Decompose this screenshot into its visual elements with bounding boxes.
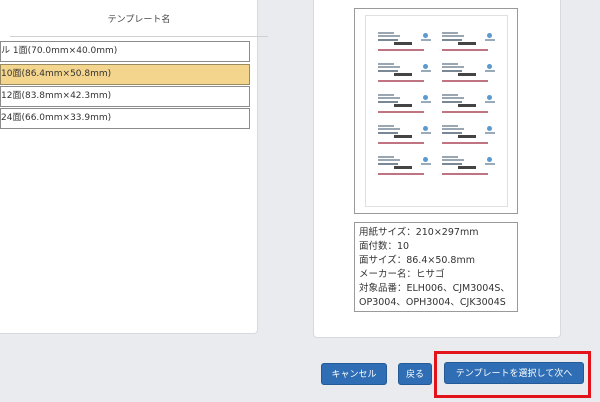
info-products-line1: 対象品番：ELH006、CJM3004S、: [359, 283, 510, 294]
back-button[interactable]: 戻る: [398, 363, 432, 385]
highlight-box: [434, 351, 591, 398]
preview-card: [440, 92, 498, 116]
template-item-3[interactable]: 12面(83.8mm×42.3mm): [0, 86, 250, 107]
preview-sheet: [365, 15, 508, 207]
info-products-line2: OP3004、OPH3004、CJK3004S: [359, 297, 506, 308]
preview-card: [376, 154, 434, 178]
preview-card: [440, 30, 498, 54]
label-preview: [354, 8, 518, 214]
preview-card: [440, 123, 498, 147]
template-info-box: 用紙サイズ：210×297mm 面付数：10 面サイズ：86.4×50.8mm …: [354, 222, 518, 312]
template-list-header: テンプレート名: [10, 4, 268, 37]
preview-card: [376, 123, 434, 147]
cancel-button[interactable]: キャンセル: [321, 363, 387, 385]
template-item-1[interactable]: ル 1面(70.0mm×40.0mm): [0, 41, 250, 62]
info-face-size: 面サイズ：86.4×50.8mm: [359, 255, 475, 266]
template-item-2-selected[interactable]: 10面(86.4mm×50.8mm): [0, 64, 250, 85]
info-count: 面付数：10: [359, 241, 410, 252]
info-paper-size: 用紙サイズ：210×297mm: [359, 227, 479, 238]
preview-card: [376, 61, 434, 85]
preview-card: [440, 154, 498, 178]
info-maker: メーカー名：ヒサゴ: [359, 269, 445, 280]
preview-card: [440, 61, 498, 85]
preview-card: [376, 30, 434, 54]
template-item-4[interactable]: 24面(66.0mm×33.9mm): [0, 108, 250, 129]
preview-card: [376, 92, 434, 116]
